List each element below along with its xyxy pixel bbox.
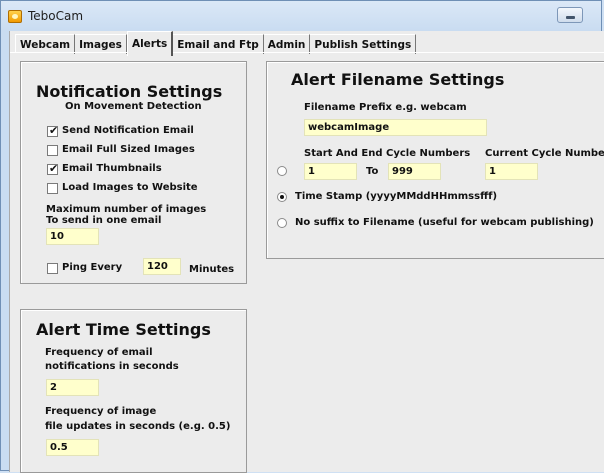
alert-time-settings-group: Alert Time Settings Frequency of email n… <box>20 309 247 473</box>
alert-filename-settings-group: Alert Filename Settings Filename Prefix … <box>266 61 604 259</box>
cycle-numbers-label: Start And End Cycle Numbers <box>304 148 471 159</box>
load-website-label[interactable]: Load Images to Website <box>62 181 198 195</box>
tab-admin[interactable]: Admin <box>263 34 311 54</box>
tab-alerts[interactable]: Alerts <box>126 31 174 56</box>
current-cycle-input[interactable]: 1 <box>485 163 538 180</box>
email-frequency-label-line2: notifications in seconds <box>45 361 179 372</box>
email-frequency-input[interactable]: 2 <box>46 379 99 396</box>
image-frequency-label-line1: Frequency of image <box>45 406 157 417</box>
client-area: Webcam Images Alerts Email and Ftp Admin… <box>9 31 604 473</box>
tab-images[interactable]: Images <box>75 34 127 54</box>
load-website-checkbox[interactable] <box>47 183 58 194</box>
image-frequency-input[interactable]: 0.5 <box>46 439 99 456</box>
no-suffix-radio[interactable] <box>277 218 287 228</box>
no-suffix-label[interactable]: No suffix to Filename (useful for webcam… <box>295 216 594 230</box>
max-images-label-line2: To send in one email <box>46 215 162 226</box>
send-email-checkbox[interactable]: ✔ <box>47 124 59 137</box>
notification-settings-group: Notification Settings On Movement Detect… <box>20 61 247 284</box>
max-images-input[interactable]: 10 <box>46 228 99 245</box>
cycle-to-label: To <box>366 166 379 177</box>
filename-prefix-input[interactable]: webcamImage <box>304 119 487 136</box>
timestamp-label[interactable]: Time Stamp (yyyyMMddHHmmssfff) <box>295 190 497 204</box>
title-bar[interactable]: TeboCam <box>1 1 601 31</box>
tab-strip: Webcam Images Alerts Email and Ftp Admin… <box>15 31 417 56</box>
ping-unit-label: Minutes <box>189 264 235 275</box>
email-frequency-label-line1: Frequency of email <box>45 347 153 358</box>
alert-filename-settings-title: Alert Filename Settings <box>291 70 505 89</box>
notification-settings-subtitle: On Movement Detection <box>65 101 202 112</box>
thumbnails-checkbox[interactable]: ✔ <box>47 162 59 175</box>
ping-checkbox[interactable] <box>47 263 58 274</box>
minimize-icon <box>566 16 575 19</box>
notification-settings-title: Notification Settings <box>36 82 223 101</box>
tab-webcam[interactable]: Webcam <box>16 34 76 54</box>
timestamp-radio[interactable] <box>277 192 287 202</box>
image-frequency-label-line2: file updates in seconds (e.g. 0.5) <box>45 421 231 432</box>
tab-publish-settings[interactable]: Publish Settings <box>310 34 417 54</box>
thumbnails-label[interactable]: Email Thumbnails <box>62 162 162 176</box>
camera-app-icon <box>8 10 22 23</box>
tab-email-and-ftp[interactable]: Email and Ftp <box>173 34 264 54</box>
check-mark-icon: ✔ <box>49 162 59 175</box>
filename-prefix-label: Filename Prefix e.g. webcam <box>304 102 467 113</box>
check-mark-icon: ✔ <box>49 124 59 137</box>
ping-label[interactable]: Ping Every <box>62 261 122 275</box>
send-email-label[interactable]: Send Notification Email <box>62 124 194 138</box>
full-sized-images-checkbox[interactable] <box>47 145 58 156</box>
alert-time-settings-title: Alert Time Settings <box>36 320 211 339</box>
alerts-tab-panel: Notification Settings On Movement Detect… <box>10 52 604 473</box>
cycle-start-input[interactable]: 1 <box>304 163 357 180</box>
current-cycle-label: Current Cycle Number <box>485 148 604 159</box>
window-title: TeboCam <box>28 9 84 23</box>
minimize-button[interactable] <box>557 7 583 23</box>
ping-minutes-input[interactable]: 120 <box>143 258 181 275</box>
cycle-numbers-radio[interactable] <box>277 166 287 176</box>
cycle-end-input[interactable]: 999 <box>388 163 441 180</box>
full-sized-images-label[interactable]: Email Full Sized Images <box>62 143 195 157</box>
app-window: TeboCam Webcam Images Alerts Email and F… <box>0 0 604 473</box>
